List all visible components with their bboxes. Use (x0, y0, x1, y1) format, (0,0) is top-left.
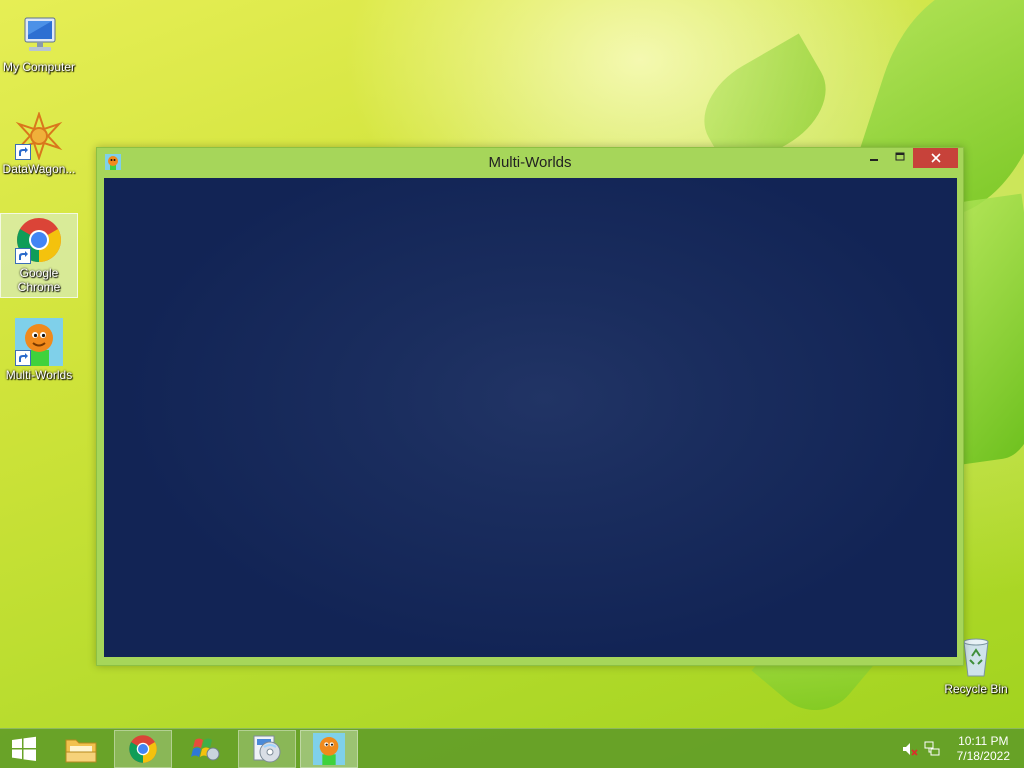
desktop-icon-google-chrome[interactable]: Google Chrome (0, 213, 78, 298)
network-icon[interactable] (924, 741, 940, 757)
shortcut-arrow-icon (15, 144, 31, 160)
window-titlebar[interactable]: Multi-Worlds (97, 148, 963, 177)
shortcut-arrow-icon (15, 350, 31, 366)
clock-time: 10:11 PM (958, 734, 1009, 748)
taskbar-file-explorer[interactable] (52, 730, 110, 768)
chrome-icon (129, 735, 157, 763)
chrome-icon (15, 216, 63, 264)
muted-speaker-icon[interactable] (902, 741, 918, 757)
taskbar-windows-update[interactable] (176, 730, 234, 768)
multi-worlds-icon (15, 318, 63, 366)
desktop-icon-label: Recycle Bin (944, 682, 1008, 696)
desktop-icon-datawagon[interactable]: DataWagon... (1, 110, 77, 176)
taskbar-google-chrome[interactable] (114, 730, 172, 768)
minimize-button[interactable] (861, 148, 887, 168)
datawagon-icon (15, 110, 63, 162)
clock[interactable]: 10:11 PM 7/18/2022 (957, 734, 1010, 764)
multi-worlds-icon (313, 733, 345, 765)
system-tray: 10:11 PM 7/18/2022 (884, 729, 1024, 768)
taskbar-disc-burner[interactable] (238, 730, 296, 768)
desktop-icon-label: My Computer (2, 60, 76, 74)
windows-flag-icon (191, 738, 220, 761)
close-icon (930, 153, 941, 163)
desktop-icon-my-computer[interactable]: My Computer (1, 8, 77, 74)
desktop-icon-label: Multi-Worlds (5, 368, 73, 382)
disc-icon (253, 735, 281, 763)
taskbar-multi-worlds[interactable] (300, 730, 358, 768)
start-button[interactable] (0, 730, 48, 768)
minimize-icon (870, 159, 878, 161)
taskbar: 10:11 PM 7/18/2022 (0, 728, 1024, 768)
my-computer-icon (15, 10, 63, 58)
shortcut-arrow-icon (15, 248, 31, 264)
clock-date: 7/18/2022 (956, 749, 1010, 763)
desktop[interactable]: My Computer DataWagon... Google Chrome M… (0, 0, 1024, 768)
app-window-multi-worlds[interactable]: Multi-Worlds (96, 147, 964, 666)
folder-icon (65, 739, 97, 763)
desktop-icon-multi-worlds[interactable]: Multi-Worlds (1, 316, 77, 382)
close-button[interactable] (913, 148, 958, 168)
windows-logo-icon (12, 736, 36, 761)
window-title: Multi-Worlds (488, 154, 572, 171)
maximize-icon (895, 152, 905, 161)
desktop-icon-label: Chrome (17, 280, 61, 294)
game-canvas[interactable] (104, 178, 957, 657)
desktop-icon-label: DataWagon... (2, 162, 76, 176)
desktop-icon-label: Google (19, 266, 59, 280)
maximize-button[interactable] (887, 148, 913, 168)
